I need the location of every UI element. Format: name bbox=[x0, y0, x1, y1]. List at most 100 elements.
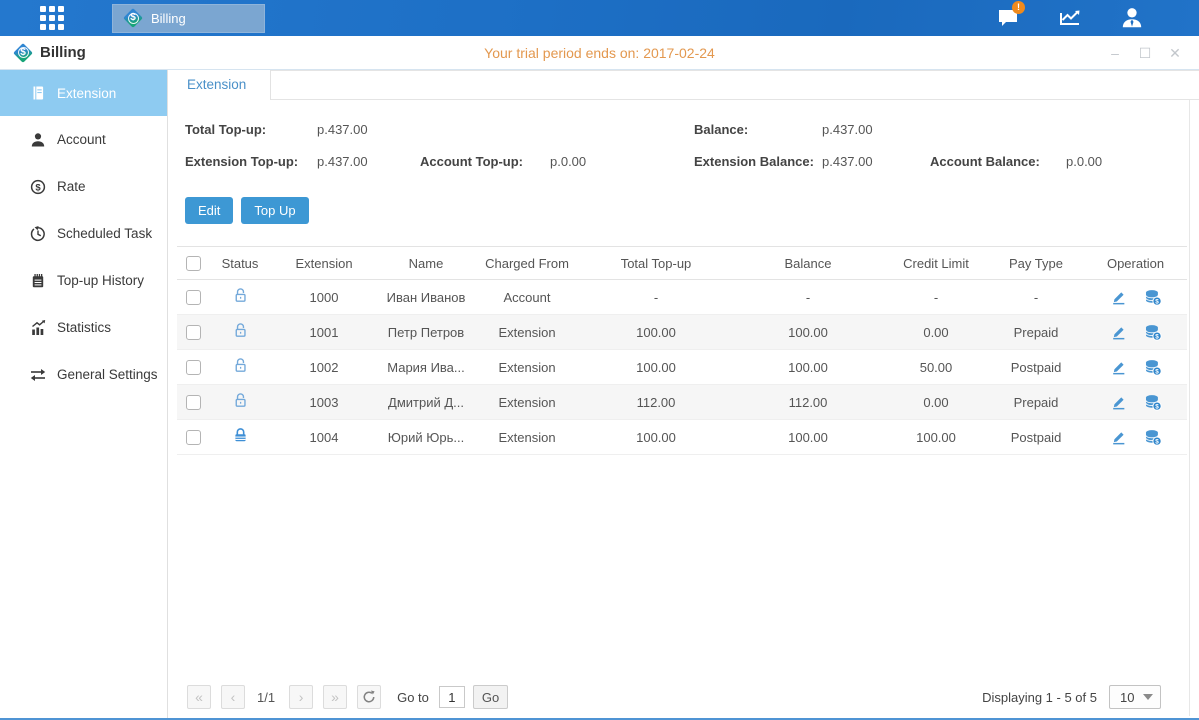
top-up-button[interactable]: Top Up bbox=[241, 197, 308, 224]
row-edit-button[interactable] bbox=[1110, 359, 1127, 376]
balance-value: p.437.00 bbox=[822, 122, 930, 137]
cell-extension: 1003 bbox=[270, 385, 378, 420]
page-size-select[interactable]: 10 bbox=[1109, 685, 1161, 709]
table-row: 1003 Дмитрий Д... Extension 112.00 112.0… bbox=[177, 385, 1187, 420]
row-edit-button[interactable] bbox=[1110, 394, 1127, 411]
first-page-button[interactable]: « bbox=[187, 685, 211, 709]
cell-charged-from: Extension bbox=[474, 350, 580, 385]
account-topup-value: p.0.00 bbox=[550, 154, 586, 169]
lock-open-icon[interactable] bbox=[232, 392, 249, 409]
account-topup-label: Account Top-up: bbox=[420, 154, 550, 169]
cell-name: Дмитрий Д... bbox=[378, 385, 474, 420]
refresh-button[interactable] bbox=[357, 685, 381, 709]
extension-table: Status Extension Name Charged From Total… bbox=[177, 246, 1187, 455]
minimize-button[interactable]: – bbox=[1107, 45, 1123, 61]
row-checkbox[interactable] bbox=[186, 395, 201, 410]
messages-button[interactable]: ! bbox=[991, 3, 1025, 33]
reports-button[interactable] bbox=[1053, 3, 1087, 33]
rate-dollar-icon: $ bbox=[30, 179, 46, 195]
general-settings-arrows-icon bbox=[30, 367, 46, 383]
topup-history-notebook-icon bbox=[30, 273, 46, 289]
col-operation: Operation bbox=[1084, 247, 1187, 280]
lock-open-icon[interactable] bbox=[232, 287, 249, 304]
extension-table-body: 1000 Иван Иванов Account - - - - bbox=[177, 280, 1187, 455]
account-person-icon bbox=[30, 132, 46, 148]
next-page-button[interactable]: › bbox=[289, 685, 313, 709]
row-checkbox[interactable] bbox=[186, 360, 201, 375]
cell-pay-type: Postpaid bbox=[988, 350, 1084, 385]
billing-app-icon: $ bbox=[123, 8, 143, 28]
row-edit-button[interactable] bbox=[1110, 429, 1127, 446]
col-name: Name bbox=[378, 247, 474, 280]
page-size-value: 10 bbox=[1120, 690, 1134, 705]
notification-badge: ! bbox=[1012, 1, 1025, 14]
sidebar-item-label: Statistics bbox=[57, 320, 111, 335]
cell-name: Иван Иванов bbox=[378, 280, 474, 315]
sidebar-item-statistics[interactable]: Statistics bbox=[0, 304, 167, 351]
table-header-row: Status Extension Name Charged From Total… bbox=[177, 247, 1187, 280]
main-panel: Extension Total Top-up: p.437.00 Extensi… bbox=[168, 70, 1199, 718]
row-edit-button[interactable] bbox=[1110, 289, 1127, 306]
close-button[interactable]: ✕ bbox=[1167, 45, 1183, 61]
cell-pay-type: Prepaid bbox=[988, 385, 1084, 420]
go-button[interactable]: Go bbox=[473, 685, 508, 709]
edit-pencil-icon bbox=[1110, 324, 1127, 341]
billing-window: $ Billing ! bbox=[0, 0, 1199, 720]
row-topup-button[interactable]: $ bbox=[1144, 394, 1162, 411]
cell-total-topup: 100.00 bbox=[580, 315, 732, 350]
maximize-button[interactable]: ☐ bbox=[1137, 45, 1153, 61]
svg-text:$: $ bbox=[1155, 333, 1159, 340]
cell-charged-from: Extension bbox=[474, 315, 580, 350]
sidebar-item-topup-history[interactable]: Top-up History bbox=[0, 257, 167, 304]
row-checkbox[interactable] bbox=[186, 430, 201, 445]
row-checkbox[interactable] bbox=[186, 325, 201, 340]
refresh-icon bbox=[362, 690, 376, 704]
row-topup-button[interactable]: $ bbox=[1144, 289, 1162, 306]
cell-balance: - bbox=[732, 280, 884, 315]
goto-page-input[interactable] bbox=[439, 686, 465, 708]
sidebar-item-label: Rate bbox=[57, 179, 86, 194]
sidebar-item-label: Scheduled Task bbox=[57, 226, 152, 241]
billing-window-icon: $ bbox=[13, 43, 33, 63]
sidebar-item-general-settings[interactable]: General Settings bbox=[0, 351, 167, 398]
sidebar-item-rate[interactable]: $ Rate bbox=[0, 163, 167, 210]
edit-button[interactable]: Edit bbox=[185, 197, 233, 224]
svg-text:$: $ bbox=[1155, 298, 1159, 305]
sidebar-item-scheduled-task[interactable]: Scheduled Task bbox=[0, 210, 167, 257]
svg-text:$: $ bbox=[1155, 438, 1159, 445]
row-checkbox[interactable] bbox=[186, 290, 201, 305]
trial-notice: Your trial period ends on: 2017-02-24 bbox=[0, 45, 1199, 61]
tab-extension[interactable]: Extension bbox=[168, 70, 271, 100]
sidebar-item-account[interactable]: Account bbox=[0, 116, 167, 163]
page-indicator: 1/1 bbox=[257, 690, 275, 705]
sidebar-item-label: Top-up History bbox=[57, 273, 144, 288]
prev-page-button[interactable]: ‹ bbox=[221, 685, 245, 709]
cell-extension: 1001 bbox=[270, 315, 378, 350]
cell-charged-from: Extension bbox=[474, 420, 580, 455]
lock-closed-icon[interactable] bbox=[232, 427, 249, 444]
row-topup-button[interactable]: $ bbox=[1144, 359, 1162, 376]
row-topup-button[interactable]: $ bbox=[1144, 429, 1162, 446]
cell-balance: 100.00 bbox=[732, 315, 884, 350]
sidebar-item-label: Account bbox=[57, 132, 106, 147]
app-grid-button[interactable] bbox=[33, 0, 71, 36]
cell-balance: 112.00 bbox=[732, 385, 884, 420]
select-all-checkbox[interactable] bbox=[186, 256, 201, 271]
row-edit-button[interactable] bbox=[1110, 324, 1127, 341]
cell-credit-limit: 100.00 bbox=[884, 420, 988, 455]
taskbar-tab-billing[interactable]: $ Billing bbox=[112, 4, 265, 33]
last-page-button[interactable]: » bbox=[323, 685, 347, 709]
lock-open-icon[interactable] bbox=[232, 357, 249, 374]
topup-coins-icon: $ bbox=[1144, 359, 1162, 376]
user-menu-button[interactable] bbox=[1115, 3, 1149, 33]
cell-total-topup: 112.00 bbox=[580, 385, 732, 420]
sidebar-item-extension[interactable]: Extension bbox=[0, 70, 167, 116]
cell-total-topup: - bbox=[580, 280, 732, 315]
lock-open-icon[interactable] bbox=[232, 322, 249, 339]
cell-pay-type: Prepaid bbox=[988, 315, 1084, 350]
edit-pencil-icon bbox=[1110, 394, 1127, 411]
tab-strip: Extension bbox=[168, 70, 1199, 100]
sidebar-item-label: General Settings bbox=[57, 367, 158, 382]
row-topup-button[interactable]: $ bbox=[1144, 324, 1162, 341]
app-grid-icon bbox=[40, 6, 64, 30]
